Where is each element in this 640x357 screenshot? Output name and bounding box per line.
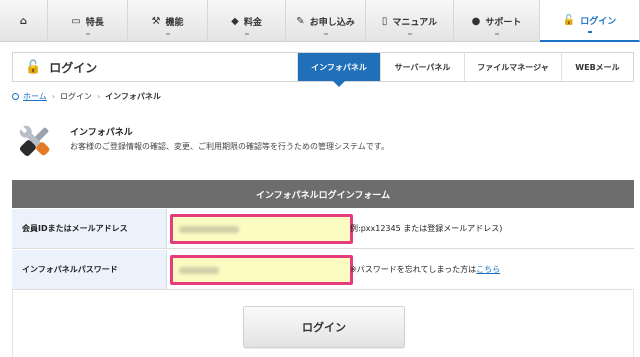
nav-item-label: マニュアル: [392, 17, 438, 28]
dropdown-indicator-icon: [244, 33, 249, 35]
top-navigation: ⌂ ▭ 特長 ⚒ 機能 ◆ 料金 ✎ お申し込み ▯ マニュアル ● サポート 🔓 ログイン: [0, 0, 640, 42]
nav-item-label: ログイン: [580, 16, 617, 27]
pencil-icon: ✎: [296, 15, 305, 27]
login-subtabs: インフォパネル サーバーパネル ファイルマネージャ WEBメール: [297, 53, 633, 87]
nav-item-label: 機能: [165, 17, 184, 28]
member-id-row: 会員IDまたはメールアドレス 例:pxx12345 または登録メールアドレス): [12, 209, 634, 249]
tag-icon: ◆: [231, 15, 239, 27]
breadcrumb-bullet-icon: [12, 92, 19, 100]
tools-icon: ⚒: [151, 15, 161, 27]
page-title: ログイン: [49, 60, 98, 75]
tab-2[interactable]: ファイルマネージャ: [464, 53, 561, 81]
nav-item-5[interactable]: ▯ マニュアル: [366, 0, 454, 42]
nav-item-6[interactable]: ● サポート: [454, 0, 540, 42]
password-input[interactable]: [170, 254, 353, 285]
password-row: インフォパネルパスワード ※パスワードを忘れてしまった方はこちら: [12, 250, 634, 290]
masked-value: [179, 225, 239, 233]
password-hint-text: ※パスワードを忘れてしまった方は: [350, 265, 477, 274]
member-id-cell: 例:pxx12345 または登録メールアドレス): [167, 209, 634, 248]
tab-1[interactable]: サーバーパネル: [380, 53, 464, 81]
page-title-wrap: 🔓 ログイン: [13, 59, 297, 76]
nav-item-label: 特長: [85, 17, 104, 28]
password-cell: ※パスワードを忘れてしまった方はこちら: [167, 250, 634, 289]
dropdown-indicator-icon: [494, 33, 499, 35]
masked-value: [179, 266, 219, 274]
nav-item-1[interactable]: ▭ 特長: [48, 0, 128, 42]
person-icon: ●: [471, 15, 481, 27]
intro-title: インフォパネル: [70, 128, 133, 138]
member-id-input[interactable]: [170, 213, 353, 244]
login-title-bar: 🔓 ログイン インフォパネル サーバーパネル ファイルマネージャ WEBメール: [12, 52, 634, 87]
forgot-password-link[interactable]: こちら: [476, 265, 500, 274]
breadcrumb-separator-icon: ›: [51, 91, 55, 101]
login-button[interactable]: ログイン: [243, 306, 405, 348]
dropdown-indicator-icon: [587, 31, 592, 33]
nav-item-2[interactable]: ⚒ 機能: [128, 0, 208, 42]
breadcrumb: ホーム › ログイン › インフォパネル: [12, 89, 161, 103]
nav-item-label: 料金: [243, 17, 262, 28]
member-id-hint: 例:pxx12345 または登録メールアドレス): [350, 224, 503, 233]
dropdown-indicator-icon: [85, 33, 90, 35]
breadcrumb-current: インフォパネル: [105, 91, 161, 101]
breadcrumb-home-link[interactable]: ホーム: [23, 91, 47, 102]
breadcrumb-login: ログイン: [59, 91, 92, 101]
nav-item-3[interactable]: ◆ 料金: [208, 0, 286, 42]
lock-icon: 🔓: [562, 14, 576, 26]
intro-description: お客様のご登録情報の確認、変更、ご利用期限の確認等を行うための管理システムです。: [70, 142, 389, 151]
lock-icon: 🔓: [25, 59, 42, 75]
form-actions: ログイン: [12, 291, 634, 357]
dropdown-indicator-icon: [323, 33, 328, 35]
dropdown-indicator-icon: [165, 33, 170, 35]
nav-item-7[interactable]: 🔓 ログイン: [540, 0, 640, 42]
nav-item-label: お申し込み: [309, 17, 355, 28]
member-id-label: 会員IDまたはメールアドレス: [12, 209, 167, 248]
breadcrumb-separator-icon: ›: [96, 91, 101, 101]
tools-icon: [19, 125, 50, 157]
dropdown-indicator-icon: [407, 33, 412, 35]
nav-item-4[interactable]: ✎ お申し込み: [286, 0, 366, 42]
nav-item-label: サポート: [485, 17, 522, 28]
nav-home[interactable]: ⌂: [0, 0, 48, 42]
tab-3[interactable]: WEBメール: [561, 53, 633, 81]
book-icon: ▯: [381, 15, 388, 27]
password-label: インフォパネルパスワード: [12, 250, 167, 289]
home-icon: ⌂: [19, 15, 28, 27]
monitor-icon: ▭: [71, 15, 81, 27]
password-hint: ※パスワードを忘れてしまった方はこちら: [350, 264, 500, 275]
login-form-heading: インフォパネルログインフォーム: [12, 180, 634, 208]
tab-0[interactable]: インフォパネル: [297, 53, 380, 87]
